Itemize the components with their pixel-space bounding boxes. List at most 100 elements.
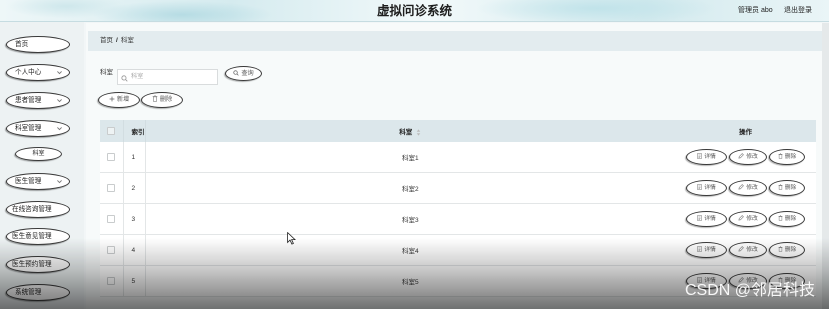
sidebar-item-personal-center[interactable]: 个人中心 <box>6 64 70 81</box>
trash-icon <box>778 215 783 221</box>
search-field[interactable] <box>117 65 218 85</box>
sidebar-item-online-consultation[interactable]: 在线咨询管理 <box>6 201 70 218</box>
sidebar-subitem-department[interactable]: 科室 <box>15 147 62 161</box>
sidebar-item-system-management[interactable]: 系统管理 <box>6 284 70 301</box>
chevron-down-icon <box>56 125 63 132</box>
detail-button[interactable]: 详情 <box>686 180 727 196</box>
row-index: 4 <box>122 234 146 266</box>
table-row: 4 科室4 详情 修改 删除 <box>100 234 816 266</box>
search-icon <box>121 69 128 87</box>
document-icon <box>697 246 702 252</box>
select-all-checkbox[interactable] <box>107 127 116 135</box>
row-select-cell <box>100 265 123 297</box>
sidebar-item-label: 首页 <box>15 41 29 48</box>
row-actions: 详情 修改 删除 <box>675 142 816 173</box>
logout-link[interactable]: 退出登录 <box>784 6 812 16</box>
sidebar-item-home[interactable]: 首页 <box>6 36 70 53</box>
row-actions: 详情 修改 删除 <box>675 172 816 204</box>
detail-button-label: 详情 <box>704 216 716 222</box>
table-header-row: 索引 科室 操作 <box>100 120 816 142</box>
sidebar-item-doctor-appointment[interactable]: 医生预约管理 <box>6 256 70 273</box>
bulk-delete-button[interactable]: 删除 <box>141 92 183 108</box>
select-all-cell <box>100 120 123 142</box>
row-checkbox[interactable] <box>107 153 116 161</box>
document-icon <box>697 184 702 190</box>
table-body: 1 科室1 详情 修改 删除 2 科室2 详情 修改 删除 3 科室3 详情 修改 删除 <box>100 142 816 297</box>
chevron-down-icon <box>56 97 63 104</box>
top-bar: 虚拟问诊系统 管理员 abo 退出登录 <box>0 0 829 22</box>
row-checkbox[interactable] <box>107 184 116 192</box>
edit-button[interactable]: 修改 <box>729 149 767 165</box>
document-icon <box>697 215 702 221</box>
row-select-cell <box>100 142 123 173</box>
table-header: 索引 科室 操作 <box>100 120 816 142</box>
detail-button-label: 详情 <box>704 185 716 191</box>
detail-button[interactable]: 详情 <box>686 242 727 258</box>
table-row: 3 科室3 详情 修改 删除 <box>100 203 816 235</box>
sidebar-item-patient-management[interactable]: 患者管理 <box>6 92 70 109</box>
column-header-department[interactable]: 科室 <box>145 120 675 142</box>
document-icon <box>697 153 702 159</box>
sidebar-item-department-management[interactable]: 科室管理 <box>6 120 70 137</box>
chevron-down-icon <box>56 178 63 185</box>
row-select-cell <box>100 203 123 235</box>
pencil-icon <box>738 184 745 190</box>
app-title: 虚拟问诊系统 <box>376 4 452 18</box>
breadcrumb-home-link[interactable]: 首页 <box>100 37 113 44</box>
column-header-actions: 操作 <box>675 120 816 142</box>
sidebar-item-label: 科室管理 <box>15 125 42 132</box>
sidebar-item-doctor-management[interactable]: 医生管理 <box>6 173 70 190</box>
current-user[interactable]: 管理员 abo <box>738 6 773 16</box>
sidebar-item-label: 患者管理 <box>15 97 42 104</box>
column-header-index: 索引 <box>122 120 146 142</box>
sidebar: 首页 个人中心 患者管理 科室管理 科室 医生管理 在线咨询管理 医生意见管理 … <box>0 22 84 309</box>
search-input[interactable] <box>117 68 218 85</box>
row-actions: 详情 修改 删除 <box>675 203 816 235</box>
edit-button-label: 修改 <box>746 154 758 160</box>
delete-button-label: 删除 <box>784 247 797 253</box>
sidebar-item-label: 在线咨询管理 <box>12 206 52 213</box>
sort-icon[interactable] <box>416 129 421 136</box>
delete-button[interactable]: 删除 <box>769 242 805 258</box>
search-icon <box>233 70 239 76</box>
detail-button[interactable]: 详情 <box>686 211 727 227</box>
watermark: CSDN @邻居科技 <box>684 282 815 299</box>
row-checkbox[interactable] <box>107 246 116 254</box>
edit-button[interactable]: 修改 <box>729 180 767 196</box>
edit-button[interactable]: 修改 <box>729 242 767 258</box>
delete-button[interactable]: 删除 <box>769 211 805 227</box>
add-button-label: 新增 <box>116 96 130 103</box>
sidebar-item-label: 医生意见管理 <box>12 233 52 240</box>
sidebar-item-doctor-opinion[interactable]: 医生意见管理 <box>6 228 70 245</box>
row-department-name: 科室5 <box>145 265 675 297</box>
row-select-cell <box>100 172 123 204</box>
scrollbar-track[interactable] <box>822 23 829 309</box>
query-button[interactable]: 查询 <box>225 66 262 81</box>
row-department-name: 科室2 <box>145 172 675 204</box>
table-row: 1 科室1 详情 修改 删除 <box>100 142 816 173</box>
table-row: 2 科室2 详情 修改 删除 <box>100 172 816 204</box>
edit-button-label: 修改 <box>746 185 758 191</box>
column-header-label: 科室 <box>399 129 413 136</box>
row-select-cell <box>100 234 123 266</box>
row-index: 3 <box>122 203 146 235</box>
edit-button-label: 修改 <box>746 247 758 253</box>
detail-button[interactable]: 详情 <box>686 149 727 165</box>
trash-icon <box>778 184 783 190</box>
query-button-label: 查询 <box>241 70 254 77</box>
delete-button[interactable]: 删除 <box>769 180 805 196</box>
edit-button[interactable]: 修改 <box>729 211 767 227</box>
row-checkbox[interactable] <box>107 277 116 285</box>
delete-button[interactable]: 删除 <box>769 149 805 165</box>
pencil-icon <box>738 153 745 159</box>
row-actions: 详情 修改 删除 <box>675 234 816 266</box>
detail-button-label: 详情 <box>704 154 716 160</box>
trash-icon <box>152 95 158 102</box>
sidebar-subitem-label: 科室 <box>32 151 45 157</box>
edit-button-label: 修改 <box>746 216 758 222</box>
sidebar-item-label: 医生预约管理 <box>12 261 52 268</box>
pencil-icon <box>738 246 745 252</box>
row-index: 1 <box>122 142 146 173</box>
add-button[interactable]: 新增 <box>98 92 140 108</box>
row-checkbox[interactable] <box>107 215 116 223</box>
